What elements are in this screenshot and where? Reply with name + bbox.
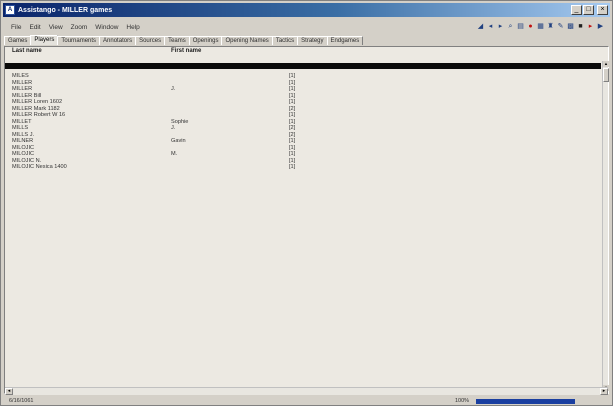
save-icon[interactable]: ▩: [567, 23, 574, 31]
new-game-icon[interactable]: ◢: [477, 23, 484, 31]
cell-games: [1]: [289, 164, 296, 170]
last-icon[interactable]: ▶: [597, 23, 604, 31]
tab-strip: Games Players Tournaments Annotators Sources…: [4, 35, 609, 45]
minimize-button[interactable]: _: [571, 5, 582, 15]
title-bar[interactable]: A Assistango - MILLER games _ □ ×: [3, 3, 610, 17]
selected-row[interactable]: [5, 63, 601, 69]
menu-help[interactable]: Help: [126, 24, 139, 31]
maximize-button[interactable]: □: [583, 5, 594, 15]
menu-view[interactable]: View: [49, 24, 63, 31]
edit-icon[interactable]: ✎: [557, 23, 564, 31]
tab-endgames[interactable]: Endgames: [326, 36, 364, 45]
scroll-right-icon[interactable]: ▸: [600, 388, 608, 395]
tab-players[interactable]: Players: [30, 35, 59, 45]
tab-tournaments[interactable]: Tournaments: [57, 36, 101, 45]
tab-annotators[interactable]: Annotators: [99, 36, 137, 45]
tab-teams[interactable]: Teams: [164, 36, 190, 45]
horizontal-scrollbar[interactable]: ◂ ▸: [5, 387, 608, 395]
print-icon[interactable]: ■: [577, 23, 584, 31]
table-row[interactable]: MILOJIC Nesica 1400 [1]: [5, 164, 601, 171]
status-text: 6/16/1061: [9, 398, 34, 404]
tab-sources[interactable]: Sources: [135, 36, 166, 45]
tab-openings[interactable]: Openings: [188, 36, 223, 45]
menu-edit[interactable]: Edit: [29, 24, 40, 31]
next-icon[interactable]: ▸: [587, 23, 594, 31]
progress-fill: [476, 399, 576, 404]
table-body: MILES [1] MILLER [1] MILLER J. [1] MILLER Bill[…: [5, 73, 601, 171]
scroll-thumb[interactable]: [603, 68, 609, 82]
tree-icon[interactable]: ♜: [547, 23, 554, 31]
column-first-name[interactable]: First name: [171, 48, 201, 54]
column-last-name[interactable]: Last name: [12, 48, 42, 54]
stop-icon[interactable]: ●: [527, 23, 534, 31]
scroll-left-icon[interactable]: ◂: [5, 388, 13, 395]
close-button[interactable]: ×: [597, 5, 608, 15]
players-table: Last name First name MILES [1] MILLER [1] MI…: [4, 46, 609, 394]
tab-tactics[interactable]: Tactics: [271, 36, 299, 45]
table-header: Last name First name: [5, 47, 608, 55]
scroll-up-icon[interactable]: ▲: [603, 61, 609, 67]
status-percent: 100%: [455, 398, 470, 404]
status-bar: 6/16/1061 100%: [3, 397, 610, 406]
database-icon[interactable]: ▦: [537, 23, 544, 31]
app-icon: A: [5, 5, 15, 15]
menu-file[interactable]: File: [11, 24, 21, 31]
filter-icon[interactable]: ▤: [517, 23, 524, 31]
tab-games[interactable]: Games: [4, 36, 32, 45]
search-icon[interactable]: ⌕: [507, 23, 514, 31]
cell-last: MILOJIC Nesica 1400: [12, 164, 67, 170]
vertical-scrollbar[interactable]: ▲ ▼: [602, 61, 609, 391]
menu-window[interactable]: Window: [95, 24, 118, 31]
tab-strategy[interactable]: Strategy: [297, 36, 328, 45]
window-title: Assistango - MILLER games: [18, 6, 113, 14]
prev-icon[interactable]: ▸: [497, 23, 504, 31]
toolbar: ◢ ◂ ▸ ⌕ ▤ ● ▦ ♜ ✎ ▩ ■ ▸ ▶: [477, 21, 604, 33]
app-window: A Assistango - MILLER games _ □ × File E…: [0, 0, 613, 406]
tab-opening-names[interactable]: Opening Names: [221, 36, 273, 45]
progress-bar: [476, 399, 600, 404]
first-icon[interactable]: ◂: [487, 23, 494, 31]
menu-zoom[interactable]: Zoom: [71, 24, 88, 31]
